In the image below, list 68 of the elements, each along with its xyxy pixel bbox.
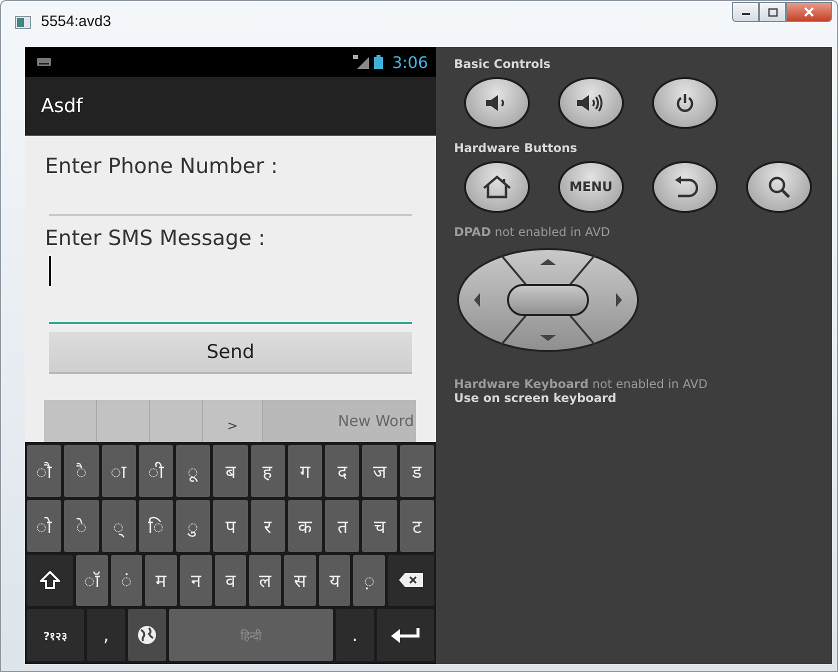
section-heading: Basic Controls — [454, 57, 552, 71]
keyboard-key[interactable]: ॉ — [76, 554, 108, 606]
home-icon — [482, 175, 512, 199]
keyboard-note: Hardware Keyboard not enabled in AVD — [454, 377, 709, 391]
keyboard-key[interactable]: त — [325, 500, 360, 552]
suggestion-item[interactable]: New Word — [263, 400, 416, 442]
minimize-button[interactable] — [732, 2, 759, 22]
keyboard-key[interactable]: य — [318, 554, 350, 606]
keyboard-key[interactable]: ै — [64, 445, 99, 497]
keyboard-key[interactable]: ड — [400, 445, 434, 497]
keyboard-key[interactable]: द — [325, 445, 360, 497]
send-button[interactable]: Send — [49, 332, 412, 374]
globe-icon — [137, 625, 158, 646]
shift-key[interactable] — [27, 554, 73, 606]
keyboard-key[interactable]: च — [362, 500, 397, 552]
keyboard-key[interactable]: ़ — [353, 554, 386, 606]
keyboard-key[interactable]: , — [87, 609, 126, 661]
keyboard-key[interactable]: . — [336, 609, 374, 661]
menu-button[interactable]: MENU — [558, 161, 624, 213]
suggestion-item[interactable]: > — [203, 400, 263, 442]
keyboard-key[interactable]: ौ — [27, 445, 62, 497]
keyboard-key[interactable]: क — [288, 500, 322, 552]
keyboard-key[interactable]: ग — [288, 445, 322, 497]
keyboard-key[interactable]: ?१२३ — [27, 609, 84, 661]
signal-icon — [353, 55, 370, 69]
app-title: Asdf — [41, 95, 83, 117]
keyboard-key[interactable]: स — [284, 554, 316, 606]
shift-icon — [40, 571, 60, 590]
enter-icon — [390, 627, 420, 644]
status-time: 3:06 — [392, 52, 428, 72]
dpad-note: DPAD not enabled in AVD — [454, 225, 611, 239]
keyboard-icon — [37, 58, 51, 66]
keyboard-key[interactable]: ब — [213, 445, 248, 497]
keyboard-key[interactable]: ट — [400, 500, 434, 552]
keyboard-key[interactable]: ो — [27, 500, 62, 552]
keyboard-key[interactable]: न — [180, 554, 212, 606]
keyboard-key[interactable]: ह — [250, 445, 285, 497]
keyboard-key[interactable]: र — [250, 500, 285, 552]
keyboard-key[interactable]: ल — [249, 554, 282, 606]
keyboard-key[interactable]: ् — [102, 500, 136, 552]
battery-icon — [374, 55, 384, 69]
keyboard-key[interactable]: व — [214, 554, 246, 606]
field-label: Enter Phone Number : — [45, 154, 279, 178]
keyboard-key[interactable]: े — [64, 500, 99, 552]
field-label: Enter SMS Message : — [45, 226, 266, 250]
close-icon — [803, 7, 815, 17]
keyboard-key[interactable]: ा — [102, 445, 136, 497]
keyboard-key[interactable]: ी — [138, 445, 174, 497]
delete-key[interactable] — [388, 554, 434, 606]
keyboard-key[interactable]: म — [145, 554, 177, 606]
language-key[interactable] — [128, 609, 166, 661]
keyboard-key[interactable]: ि — [138, 500, 174, 552]
enter-key[interactable] — [376, 609, 434, 661]
keyboard-note: Use on screen keyboard — [454, 391, 618, 405]
maximize-icon — [768, 8, 778, 16]
keyboard-key[interactable]: ू — [176, 445, 210, 497]
keyboard-key[interactable]: ज — [362, 445, 397, 497]
search-icon — [767, 175, 791, 199]
window-title: 5554:avd3 — [41, 13, 112, 30]
app-icon — [15, 16, 31, 29]
keyboard-key[interactable]: प — [213, 500, 248, 552]
keyboard-key[interactable]: ं — [110, 554, 142, 606]
maximize-button[interactable] — [759, 2, 786, 22]
backspace-icon — [399, 573, 424, 588]
keyboard-key[interactable]: ु — [176, 500, 210, 552]
close-button[interactable] — [786, 2, 832, 22]
power-icon — [675, 93, 695, 113]
section-heading: Hardware Buttons — [454, 141, 578, 155]
